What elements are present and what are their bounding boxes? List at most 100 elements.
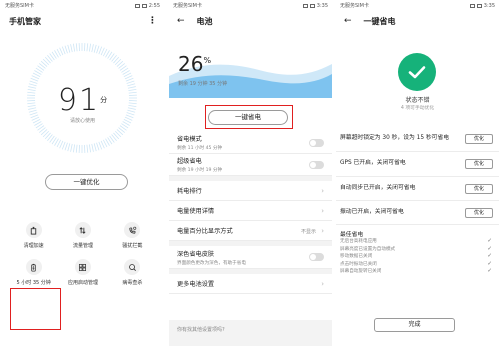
best-saving-title: 最佳省电 [340, 232, 364, 238]
battery-status-icon [476, 3, 482, 8]
signal-icon [134, 3, 140, 8]
clock: 3:35 [316, 2, 328, 9]
tool-data[interactable]: 流量管理 [58, 222, 107, 249]
tool-battery[interactable]: 5 小时 35 分钟 [9, 259, 58, 286]
carrier-text: 无服务SIM卡 [5, 3, 34, 9]
status-subtitle: 4 项可手动优化 [400, 106, 435, 111]
page-title: 电池 [196, 16, 213, 26]
optimize-item-button[interactable]: 优化 [465, 183, 493, 194]
page-title: 一键省电 [363, 16, 396, 26]
best-saving-item: 移动数据已关闭 ✓ [340, 253, 492, 261]
chevron-right-icon: › [321, 279, 324, 288]
check-icon: ✓ [487, 268, 492, 275]
carrier-text: 无服务SIM卡 [173, 3, 202, 9]
tools-grid: 清理加速 流量管理 骚扰拦截 5 小时 35 分钟 应用启动管理 病毒查杀 [9, 222, 157, 286]
score-value: 91 [57, 83, 101, 118]
best-saving-item: 屏幕亮度已设置为自动模式 ✓ [340, 246, 492, 254]
optimization-list: 屏幕超时锁定为 30 秒，设为 15 秒可省电 优化 GPS 已开启，关闭可省电… [336, 126, 499, 225]
battery-settings-list: 省电模式 剩余 11 小时 45 分钟 超级省电 剩余 19 小时 19 分钟 … [169, 132, 332, 294]
row-subtitle: 界面颜色更改为深色，有助于省电 [177, 260, 246, 266]
suggestion-footer[interactable]: 你有找其他设置项吗? [169, 320, 332, 346]
optimization-item: GPS 已开启，关闭可省电 优化 [336, 152, 499, 177]
battery-percentage: 26% [178, 52, 211, 76]
apps-icon [74, 259, 91, 275]
signal-icon [469, 3, 475, 8]
tool-label: 骚扰拦截 [122, 243, 143, 249]
block-icon [124, 222, 141, 238]
best-saving-item: 点击时振动已关闭 ✓ [340, 261, 492, 269]
tool-label: 清理加速 [23, 243, 44, 249]
row-title: 更多电池设置 [177, 281, 215, 288]
tool-apps[interactable]: 应用启动管理 [58, 259, 107, 286]
tool-label: 流量管理 [72, 243, 93, 249]
score-unit: 分 [100, 96, 108, 104]
item-text: 无后台高耗电应用 [340, 239, 377, 244]
item-text: 屏幕超时锁定为 30 秒，设为 15 秒可省电 [340, 134, 450, 141]
tool-label: 病毒查杀 [122, 280, 143, 286]
row-value: 不显示 [300, 228, 316, 235]
status-bar: 无服务SIM卡 3:35 [169, 0, 332, 11]
row-title: 超级省电 [177, 158, 202, 165]
app-bar: ← 电池 [169, 11, 332, 31]
status-bar: 无服务SIM卡 2:55 [1, 0, 164, 11]
more-vert-icon[interactable]: ⋮ [148, 16, 157, 26]
item-text: 屏幕自动旋转已关闭 [340, 269, 382, 275]
check-circle-icon [398, 53, 436, 91]
optimize-item-button[interactable]: 优化 [465, 133, 493, 144]
check-icon: ✓ [487, 245, 492, 252]
check-icon: ✓ [487, 260, 492, 267]
chevron-right-icon: › [321, 226, 324, 235]
dark-theme-toggle[interactable] [309, 253, 324, 261]
percent-symbol: % [203, 56, 212, 65]
row-subtitle: 剩余 19 小时 19 分钟 [177, 168, 223, 173]
item-text: GPS 已开启，关闭可省电 [340, 160, 406, 167]
optimize-item-button[interactable]: 优化 [465, 159, 493, 169]
battery-status-icon [141, 3, 147, 8]
signal-icon [302, 3, 308, 8]
consumption-ranking-row[interactable]: 耗电排行 › [169, 181, 332, 201]
optimize-button[interactable]: 一键优化 [45, 174, 128, 190]
dark-theme-row[interactable]: 深色省电皮肤 界面颜色更改为深色，有助于省电 [169, 246, 332, 269]
optimization-item: 振动已开启，关闭可省电 优化 [336, 201, 499, 225]
back-arrow-icon[interactable]: ← [344, 16, 352, 26]
status-title: 状态不错 [405, 97, 430, 104]
power-saving-mode-row[interactable]: 省电模式 剩余 11 小时 45 分钟 [169, 132, 332, 154]
percentage-display-row[interactable]: 电量百分比显示方式 不显示 › [169, 221, 332, 241]
row-title: 耗电排行 [177, 188, 202, 195]
row-subtitle: 剩余 11 小时 45 分钟 [177, 146, 223, 151]
cleanup-icon [25, 222, 42, 238]
one-click-save-screen: 无服务SIM卡 3:35 ← 一键省电 状态不错 4 项可手动优化 屏幕超时锁定… [336, 0, 499, 346]
check-icon: ✓ [487, 253, 492, 260]
tool-virus-scan[interactable]: 病毒查杀 [108, 259, 157, 286]
row-title: 省电模式 [177, 136, 202, 143]
battery-screen: 无服务SIM卡 3:35 ← 电池 26% 剩余 19 分钟 35 分钟 一键省… [169, 0, 332, 346]
row-title: 深色省电皮肤 [177, 250, 215, 258]
optimization-item: 自动同步已开启，关闭可省电 优化 [336, 177, 499, 201]
best-saving-item: 无后台高耗电应用 ✓ [340, 238, 492, 246]
done-button[interactable]: 完成 [374, 318, 455, 332]
item-text: 点击时振动已关闭 [340, 261, 377, 267]
item-text: 自动同步已开启，关闭可省电 [340, 184, 416, 191]
ultra-power-saving-toggle[interactable] [309, 160, 324, 169]
app-bar: 手机管家 ⋮ [1, 11, 164, 31]
tool-label: 应用启动管理 [67, 280, 98, 286]
tool-block[interactable]: 骚扰拦截 [108, 222, 157, 249]
ultra-power-saving-row[interactable]: 超级省电 剩余 19 小时 19 分钟 [169, 154, 332, 176]
back-arrow-icon[interactable]: ← [177, 16, 185, 26]
check-icon: ✓ [487, 238, 492, 244]
more-battery-settings-row[interactable]: 更多电池设置 › [169, 274, 332, 294]
highlight-box [10, 288, 61, 330]
best-saving-list: 无后台高耗电应用 ✓ 屏幕亮度已设置为自动模式 ✓ 移动数据已关闭 ✓ 点击时振动已关… [340, 238, 492, 276]
tool-cleanup[interactable]: 清理加速 [9, 222, 58, 249]
status-bar: 无服务SIM卡 3:35 [336, 0, 499, 11]
score-caption: 请放心使用 [69, 118, 95, 124]
row-title: 电量使用详情 [177, 208, 215, 215]
usage-details-row[interactable]: 电量使用详情 › [169, 201, 332, 221]
optimization-item: 屏幕超时锁定为 30 秒，设为 15 秒可省电 优化 [336, 126, 499, 152]
phone-manager-screen: 无服务SIM卡 2:55 手机管家 ⋮ 91分 请放心使用 一键优化 清理加速 … [1, 0, 164, 346]
chevron-right-icon: › [321, 206, 324, 215]
optimize-item-button[interactable]: 优化 [465, 207, 493, 218]
highlight-box [205, 105, 293, 129]
battery-status-icon [309, 3, 315, 8]
power-saving-toggle[interactable] [309, 138, 324, 147]
